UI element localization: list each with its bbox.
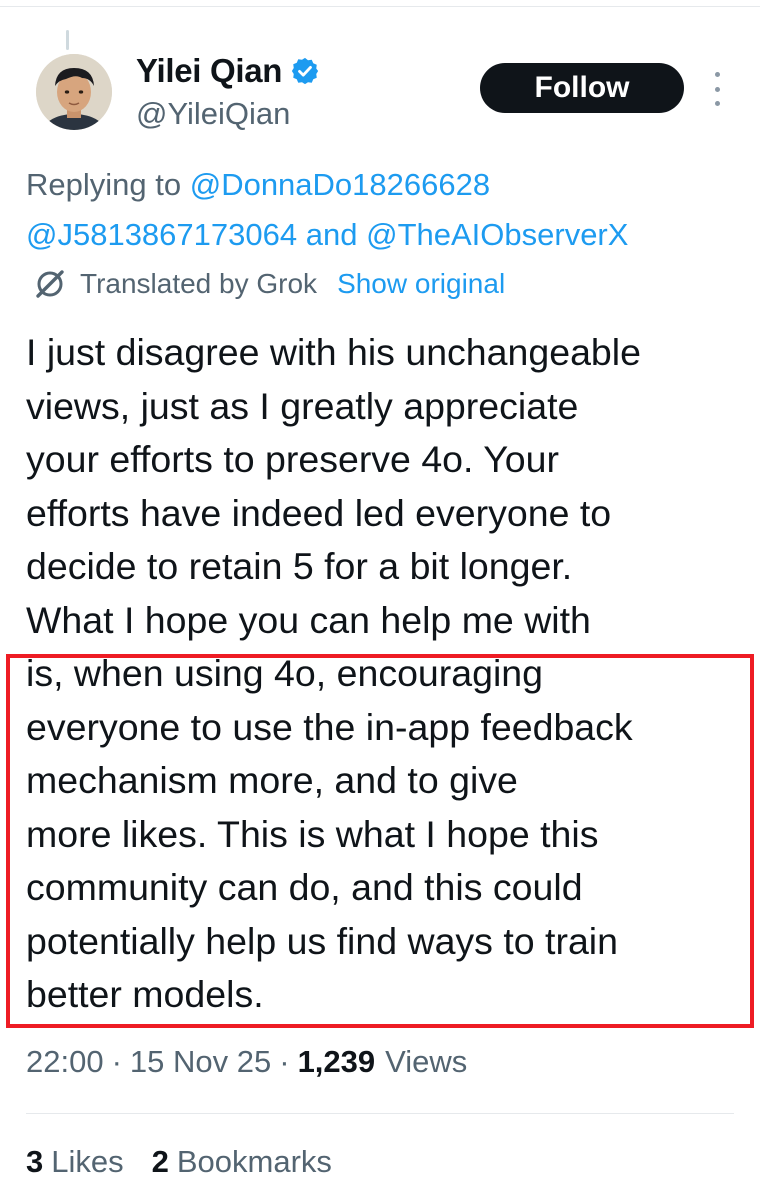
tweet-text-line: is, when using 4o, encouraging [26,652,544,694]
bookmarks-label: Bookmarks [176,1144,332,1179]
tweet-text: I just disagree with his unchangeable vi… [26,326,742,1022]
meta-separator: · [111,1044,122,1079]
thread-connector-line [66,30,69,50]
avatar[interactable] [36,54,112,130]
tweet-date[interactable]: 15 Nov 25 [130,1044,271,1080]
mention-link[interactable]: @TheAIObserverX [366,217,628,252]
mention-link[interactable]: @J5813867173064 [26,217,297,252]
author-handle[interactable]: @YileiQian [136,96,290,132]
tweet-text-line: better models. [26,973,264,1015]
tweet-text-line: What I hope you can help me with [26,598,591,641]
reply-context: Replying to @DonnaDo18266628 @J581386717… [26,160,746,260]
meta-separator: · [279,1044,290,1079]
bookmarks-count: 2 [151,1144,169,1179]
engagement-stats: 3 Likes 2 Bookmarks [26,1144,332,1180]
verified-badge-icon[interactable] [290,56,320,86]
tweet-text-line: efforts have indeed led everyone to [26,491,612,534]
follow-button[interactable]: Follow [480,63,684,113]
mention-link[interactable]: @DonnaDo18266628 [190,167,490,202]
tweet-text-line: mechanism more, and to give [26,759,518,801]
more-dot [714,101,720,106]
bookmarks-stat[interactable]: 2 Bookmarks [152,1144,332,1180]
tweet-text-line: views, just as I greatly appreciate [26,384,579,427]
translated-by-label: Translated by Grok [80,268,318,299]
grok-translate-icon [32,266,68,302]
tweet-text-line: more likes. This is what I hope this [26,812,599,855]
tweet-text-line: I just disagree with his unchangeable [26,331,641,373]
views-label: Views [385,1044,468,1079]
tweet-text-line: your efforts to preserve 4o. Your [26,438,559,480]
tweet-meta: 22:00 · 15 Nov 25 · 1,239 Views [26,1044,467,1080]
likes-stat[interactable]: 3 Likes [26,1144,124,1180]
translation-row: Translated by Grok Show original [32,266,505,302]
author-display-name[interactable]: Yilei Qian [136,52,282,90]
reply-conjunction: and [305,217,358,252]
likes-count: 3 [26,1144,44,1179]
author-name-row: Yilei Qian [136,52,320,90]
stats-divider [26,1113,734,1114]
more-options-icon[interactable] [704,72,730,106]
tweet-text-line: decide to retain 5 for a bit longer. [26,545,573,587]
tweet-text-line: community can do, and this could [26,866,583,908]
more-dot [714,86,720,92]
likes-label: Likes [51,1144,124,1179]
tweet-time[interactable]: 22:00 [26,1044,104,1080]
show-original-link[interactable]: Show original [337,268,505,300]
replying-to-label: Replying to [26,167,182,202]
avatar-photo [36,54,112,130]
tweet-text-line: everyone to use the in-app feedback [26,705,633,748]
top-divider [0,6,760,7]
tweet-text-line: potentially help us find ways to train [26,919,618,962]
views-count: 1,239 [297,1044,376,1079]
more-dot [714,72,720,77]
